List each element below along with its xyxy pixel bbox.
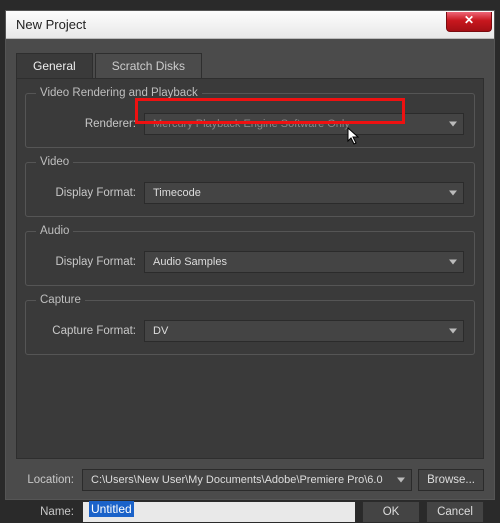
chevron-down-icon bbox=[449, 122, 457, 127]
renderer-value: Mercury Playback Engine Software Only bbox=[153, 118, 350, 130]
renderer-label: Renderer: bbox=[36, 118, 144, 130]
video-group: Video Display Format: Timecode bbox=[25, 156, 475, 217]
video-format-label: Display Format: bbox=[36, 187, 144, 199]
audio-group: Audio Display Format: Audio Samples bbox=[25, 225, 475, 286]
audio-format-dropdown[interactable]: Audio Samples bbox=[144, 251, 464, 273]
titlebar[interactable]: New Project ✕ bbox=[6, 11, 494, 39]
general-panel: Video Rendering and Playback Renderer: M… bbox=[16, 79, 484, 459]
cancel-button[interactable]: Cancel bbox=[426, 501, 484, 523]
video-rendering-group: Video Rendering and Playback Renderer: M… bbox=[25, 87, 475, 148]
group-legend: Audio bbox=[36, 225, 73, 237]
location-label: Location: bbox=[16, 474, 82, 486]
client-area: General Scratch Disks Video Rendering an… bbox=[6, 39, 494, 499]
audio-format-value: Audio Samples bbox=[153, 256, 227, 268]
name-value: Untitled bbox=[89, 501, 134, 517]
new-project-dialog: New Project ✕ General Scratch Disks Vide… bbox=[5, 10, 495, 500]
chevron-down-icon bbox=[397, 478, 405, 483]
chevron-down-icon bbox=[449, 191, 457, 196]
close-button[interactable]: ✕ bbox=[446, 12, 492, 32]
tab-strip: General Scratch Disks bbox=[16, 53, 484, 79]
tab-scratch-disks[interactable]: Scratch Disks bbox=[95, 53, 202, 78]
location-dropdown[interactable]: C:\Users\New User\My Documents\Adobe\Pre… bbox=[82, 469, 412, 491]
ok-button[interactable]: OK bbox=[362, 501, 420, 523]
capture-format-value: DV bbox=[153, 325, 168, 337]
group-legend: Video Rendering and Playback bbox=[36, 87, 202, 99]
close-icon: ✕ bbox=[464, 13, 474, 27]
audio-format-label: Display Format: bbox=[36, 256, 144, 268]
capture-format-dropdown[interactable]: DV bbox=[144, 320, 464, 342]
tab-general[interactable]: General bbox=[16, 53, 93, 78]
chevron-down-icon bbox=[449, 260, 457, 265]
name-row: Name: Untitled OK Cancel bbox=[16, 501, 484, 523]
group-legend: Video bbox=[36, 156, 73, 168]
chevron-down-icon bbox=[449, 329, 457, 334]
location-value: C:\Users\New User\My Documents\Adobe\Pre… bbox=[91, 474, 383, 486]
video-format-value: Timecode bbox=[153, 187, 201, 199]
renderer-dropdown[interactable]: Mercury Playback Engine Software Only bbox=[144, 113, 464, 135]
group-legend: Capture bbox=[36, 294, 85, 306]
capture-format-label: Capture Format: bbox=[36, 325, 144, 337]
location-row: Location: C:\Users\New User\My Documents… bbox=[16, 469, 484, 491]
capture-group: Capture Capture Format: DV bbox=[25, 294, 475, 355]
video-format-dropdown[interactable]: Timecode bbox=[144, 182, 464, 204]
window-title: New Project bbox=[16, 17, 446, 32]
name-input[interactable]: Untitled bbox=[82, 501, 356, 523]
browse-button[interactable]: Browse... bbox=[418, 469, 484, 491]
name-label: Name: bbox=[16, 506, 82, 518]
